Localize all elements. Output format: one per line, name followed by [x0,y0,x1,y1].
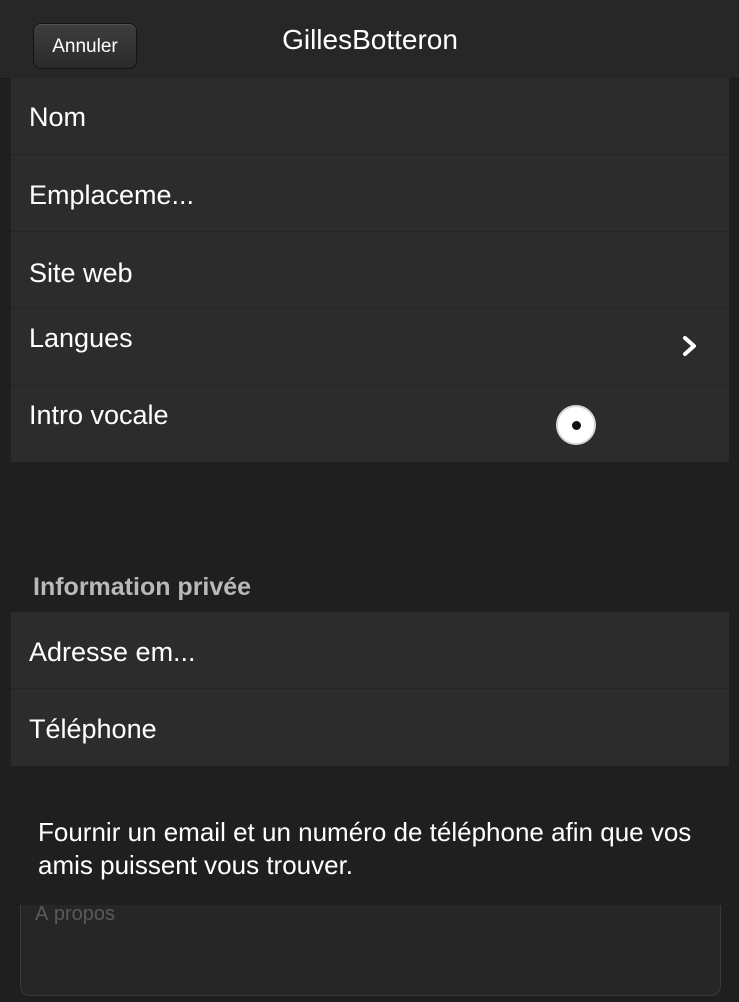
field-languages-label: Langues [29,323,133,353]
field-location[interactable]: Emplaceme... [11,155,729,232]
record-icon[interactable] [556,405,596,445]
field-email[interactable]: Adresse em... [11,612,729,689]
about-placeholder: À propos [35,903,116,925]
field-website[interactable]: Site web [11,232,729,309]
field-phone-label: Téléphone [29,714,157,744]
hint-overlay: Fournir un email et un numéro de télépho… [0,766,739,905]
record-dot [572,421,581,430]
field-languages[interactable]: Langues [11,309,729,386]
field-phone[interactable]: Téléphone [11,689,729,766]
private-info-hint: Fournir un email et un numéro de télépho… [38,817,692,880]
field-voice-intro-label: Intro vocale [29,400,169,430]
private-info-group: Adresse em... Téléphone [11,612,729,766]
field-name[interactable]: Nom [11,78,729,155]
public-info-group: Nom Emplaceme... Site web Langues Intro … [11,78,729,462]
field-name-label: Nom [29,102,87,132]
page-title: GillesBotteron [282,24,458,55]
field-email-label: Adresse em... [29,637,196,667]
field-website-label: Site web [29,258,133,288]
section-header-private: Information privée [33,573,252,601]
field-location-label: Emplaceme... [29,180,195,210]
cancel-button[interactable]: Annuler [33,23,137,69]
chevron-right-icon [683,336,696,356]
navigation-bar: Annuler GillesBotteron [0,0,739,79]
edit-profile-screen: Annuler GillesBotteron Nom Emplaceme... … [0,0,739,1002]
field-voice-intro[interactable]: Intro vocale [11,386,729,463]
